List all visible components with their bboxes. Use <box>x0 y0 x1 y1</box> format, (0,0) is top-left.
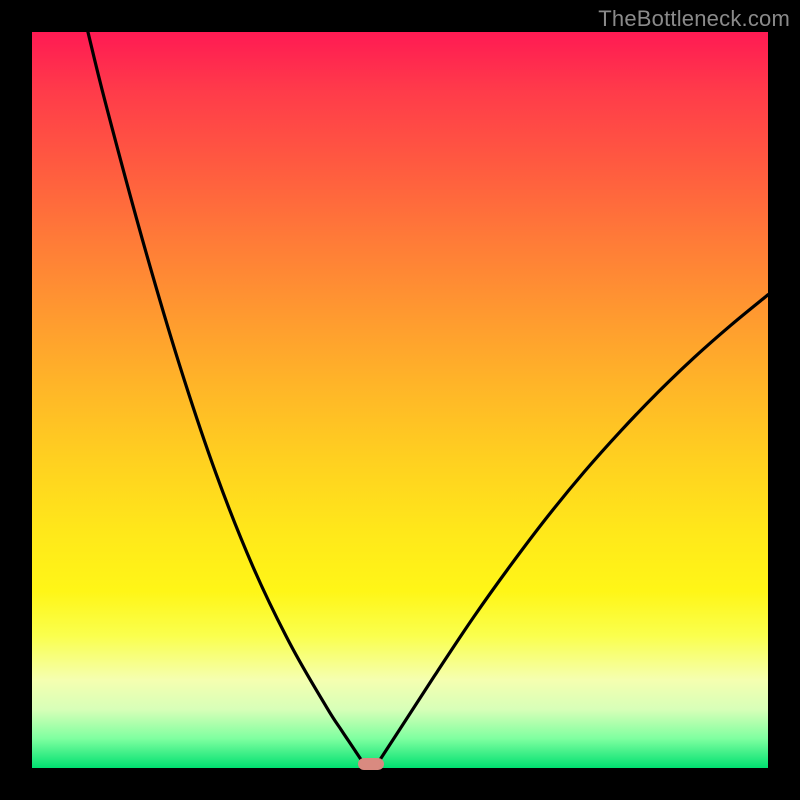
right-curve-path <box>379 295 768 761</box>
curve-svg <box>32 32 768 768</box>
plot-area <box>32 32 768 768</box>
left-curve-path <box>88 32 362 761</box>
watermark-text: TheBottleneck.com <box>598 6 790 32</box>
chart-frame: TheBottleneck.com <box>0 0 800 800</box>
